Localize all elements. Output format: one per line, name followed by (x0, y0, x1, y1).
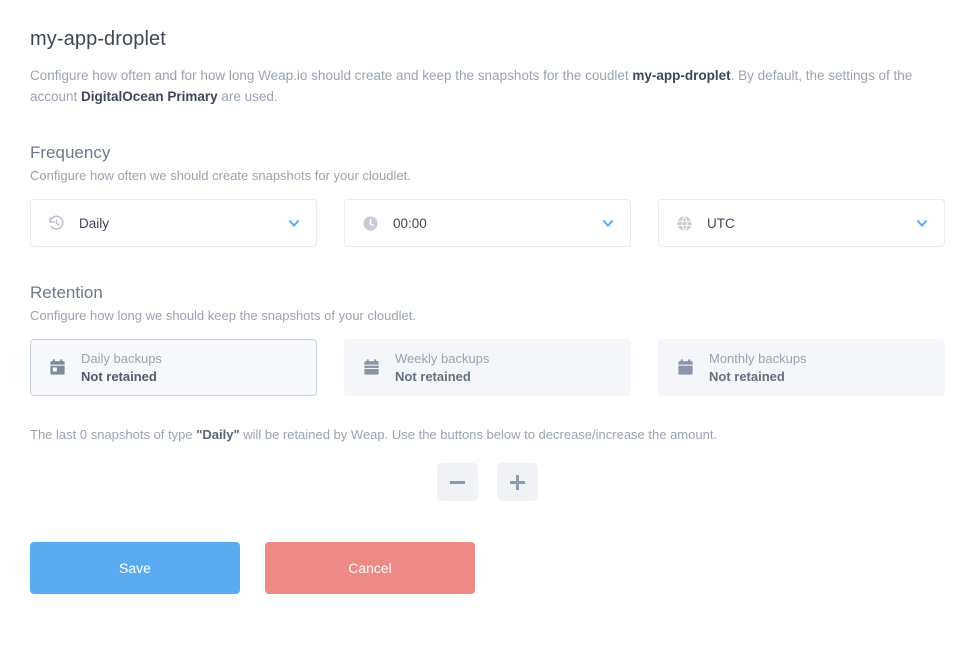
retention-card-weekly-status: Not retained (395, 369, 471, 384)
retention-card-daily-label: Daily backups (81, 351, 162, 366)
frequency-fields-row: Daily 00:00 UTC (30, 199, 945, 247)
snapshot-settings-page: my-app-droplet Configure how often and f… (0, 0, 975, 594)
retention-card-monthly-label: Monthly backups (709, 351, 807, 366)
globe-icon (675, 214, 693, 232)
calendar-icon (675, 358, 695, 378)
cloudlet-name-strong: my-app-droplet (632, 68, 731, 83)
save-button[interactable]: Save (30, 542, 240, 594)
intro-text-3: are used. (217, 89, 278, 104)
retention-card-weekly-wrapper: Weekly backups Not retained (344, 339, 631, 396)
retention-section: Retention Configure how long we should k… (30, 283, 945, 501)
frequency-subtitle: Configure how often we should create sna… (30, 168, 411, 183)
retention-note-2: will be retained by Weap. Use the button… (239, 427, 718, 442)
retention-card-monthly-wrapper: Monthly backups Not retained (658, 339, 945, 396)
retention-card-weekly[interactable]: Weekly backups Not retained (344, 339, 631, 396)
timezone-select-value: UTC (707, 215, 735, 231)
minus-icon (450, 475, 465, 490)
frequency-select[interactable]: Daily (30, 199, 317, 247)
retention-card-weekly-text: Weekly backups Not retained (395, 352, 489, 383)
retention-note-1: The last 0 snapshots of type (30, 427, 197, 442)
account-name-strong: DigitalOcean Primary (81, 89, 218, 104)
decrease-retention-button[interactable] (437, 463, 478, 501)
retention-stepper (30, 463, 945, 501)
time-select[interactable]: 00:00 (344, 199, 631, 247)
time-select-value: 00:00 (393, 215, 427, 231)
frequency-section: Frequency Configure how often we should … (30, 143, 945, 247)
chevron-down-icon (914, 215, 930, 231)
cancel-button[interactable]: Cancel (265, 542, 475, 594)
intro-text-1: Configure how often and for how long Wea… (30, 68, 633, 83)
chevron-down-icon (286, 215, 302, 231)
time-select-wrapper: 00:00 (344, 199, 631, 247)
calendar-icon (361, 358, 381, 378)
retention-card-daily-wrapper: Daily backups Not retained (30, 339, 317, 396)
retention-card-weekly-label: Weekly backups (395, 351, 490, 366)
retention-subtitle: Configure how long we should keep the sn… (30, 308, 416, 323)
retention-card-monthly[interactable]: Monthly backups Not retained (658, 339, 945, 396)
frequency-select-value: Daily (79, 215, 110, 231)
page-title: my-app-droplet (30, 28, 166, 50)
timezone-select-wrapper: UTC (658, 199, 945, 247)
chevron-down-icon (600, 215, 616, 231)
retention-card-daily-text: Daily backups Not retained (81, 352, 162, 383)
clock-icon (361, 214, 379, 232)
retention-card-daily-status: Not retained (81, 369, 157, 384)
retention-note: The last 0 snapshots of type "Daily" wil… (30, 427, 945, 442)
calendar-icon (47, 358, 67, 378)
timezone-select[interactable]: UTC (658, 199, 945, 247)
increase-retention-button[interactable] (497, 463, 538, 501)
retention-note-type: "Daily" (196, 427, 240, 442)
form-actions: Save Cancel (30, 542, 945, 594)
history-icon (47, 214, 65, 232)
retention-cards-row: Daily backups Not retained Weekly backup… (30, 339, 945, 396)
plus-icon (510, 474, 525, 490)
retention-card-monthly-status: Not retained (709, 369, 785, 384)
retention-card-daily[interactable]: Daily backups Not retained (30, 339, 317, 396)
retention-title: Retention (30, 283, 103, 302)
frequency-title: Frequency (30, 143, 111, 162)
retention-card-monthly-text: Monthly backups Not retained (709, 352, 807, 383)
frequency-select-wrapper: Daily (30, 199, 317, 247)
page-description: Configure how often and for how long Wea… (30, 65, 945, 107)
